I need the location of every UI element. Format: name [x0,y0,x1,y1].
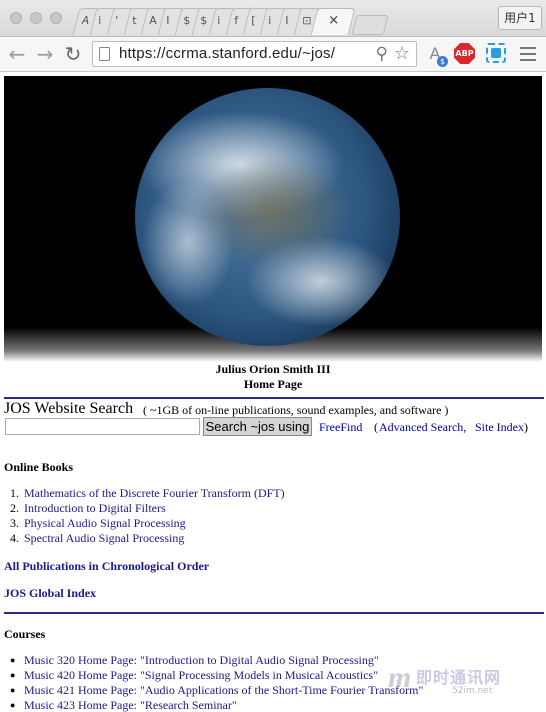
hamburger-menu-icon[interactable] [520,43,538,65]
translate-icon[interactable]: A $ [424,43,448,67]
tab-favicon: ⊡ [302,14,312,27]
course-link-420[interactable]: Music 420 Home Page: "Signal Processing … [24,668,378,682]
abp-icon[interactable]: ABP [454,43,475,64]
url-text[interactable]: https://ccrma.stanford.edu/~jos/ [119,45,335,62]
translate-badge: $ [437,56,448,67]
tab-favicon: [ [251,14,256,27]
tab-favicon: f [234,14,239,27]
divider [4,397,544,399]
global-index-link[interactable]: JOS Global Index [4,586,96,601]
list-number: 2. [10,501,19,515]
reload-icon[interactable]: ↻ [62,43,84,65]
home-page-label: Home Page [243,377,303,391]
page-content: Julius Orion Smith III Home Page JOS Web… [0,72,546,712]
close-window-button[interactable] [10,12,22,24]
back-arrow-icon[interactable]: ← [6,43,28,65]
star-icon[interactable]: ☆ [394,43,410,64]
close-paren: ) [524,420,528,434]
tab-favicon: i [217,14,221,27]
tab-favicon: 𝐴 [81,14,89,27]
bullet-icon: ● [10,685,16,695]
book-link-dft[interactable]: Mathematics of the Discrete Fourier Tran… [24,486,285,500]
tab-favicon: I [285,14,289,27]
tab-favicon: ' [115,14,119,27]
course-link-421[interactable]: Music 421 Home Page: "Audio Applications… [24,683,423,697]
bullet-icon: ● [10,655,16,665]
site-index-link[interactable]: Site Index [475,420,524,435]
advanced-search-link[interactable]: Advanced Search, [379,420,466,435]
list-item: ● Music 320 Home Page: "Introduction to D… [10,653,423,668]
tab-favicon: I [166,14,170,27]
open-paren: ( [374,420,378,434]
forward-arrow-icon[interactable]: → [34,43,56,65]
tab-favicon: A [149,14,157,27]
camera-icon[interactable] [486,43,506,63]
tab-favicon: $ [183,14,191,27]
earth-photo [4,76,542,362]
watermark-logo: m [388,661,412,694]
tab-favicon: $ [200,14,208,27]
magnifier-icon[interactable]: ⚲ [376,44,388,64]
courses-heading: Courses [4,627,46,641]
tab-strip: 𝐴 i ' t A I $ $ i f [ i I ⊡ × [72,8,389,36]
courses-list: ● Music 320 Home Page: "Introduction to D… [10,653,423,712]
page-caption: Julius Orion Smith III Home Page [0,362,546,392]
course-link-320[interactable]: Music 320 Home Page: "Introduction to Di… [24,653,379,667]
search-input[interactable] [5,418,200,435]
earth-globe-image [135,88,400,346]
author-name: Julius Orion Smith III [215,362,331,376]
minimize-window-button[interactable] [30,12,42,24]
browser-toolbar: ← → ↻ https://ccrma.stanford.edu/~jos/ ⚲… [0,37,546,72]
search-button[interactable]: Search ~jos using [203,417,312,436]
list-number: 1. [10,486,19,500]
watermark-url: 52im.net [452,686,493,696]
list-item: 3. Physical Audio Signal Processing [10,516,285,531]
tab-favicon: t [132,14,137,27]
list-item: 4. Spectral Audio Signal Processing [10,531,285,546]
search-title: JOS Website Search [4,400,134,417]
bullet-icon: ● [10,700,16,710]
address-bar[interactable]: https://ccrma.stanford.edu/~jos/ ⚲ ☆ [92,41,417,67]
tab-close-icon[interactable]: × [328,13,339,28]
book-link-spectral[interactable]: Spectral Audio Signal Processing [24,531,184,545]
tab-favicon: i [98,14,102,27]
book-link-physical[interactable]: Physical Audio Signal Processing [24,516,186,530]
tab-favicon: i [268,14,272,27]
tab-active[interactable]: × [310,8,356,35]
watermark-text: 即时通讯网 [416,668,502,687]
page-icon [99,47,110,61]
user-profile-button[interactable]: 用户1 [498,6,542,30]
bullet-icon: ● [10,670,16,680]
maximize-window-button[interactable] [50,12,62,24]
list-item: 2. Introduction to Digital Filters [10,501,285,516]
online-books-list: 1. Mathematics of the Discrete Fourier Tr… [10,486,285,546]
list-number: 3. [10,516,19,530]
search-note: ( ~1GB of on-line publications, sound ex… [143,403,449,417]
online-books-heading: Online Books [4,460,74,474]
freefind-link[interactable]: FreeFind [319,420,362,435]
new-tab-button[interactable] [351,15,389,35]
watermark: m 即时通讯网 52im.net [388,658,544,704]
divider [4,612,544,614]
list-item: ● Music 420 Home Page: "Signal Processing… [10,668,423,683]
all-publications-link[interactable]: All Publications in Chronological Order [4,559,209,574]
course-link-423[interactable]: Music 423 Home Page: "Research Seminar" [24,698,237,712]
list-item: 1. Mathematics of the Discrete Fourier Tr… [10,486,285,501]
book-link-filters[interactable]: Introduction to Digital Filters [24,501,166,515]
list-item: ● Music 423 Home Page: "Research Seminar" [10,698,423,712]
browser-title-bar: 𝐴 i ' t A I $ $ i f [ i I ⊡ × 用户1 [0,0,546,37]
list-number: 4. [10,531,19,545]
list-item: ● Music 421 Home Page: "Audio Application… [10,683,423,698]
